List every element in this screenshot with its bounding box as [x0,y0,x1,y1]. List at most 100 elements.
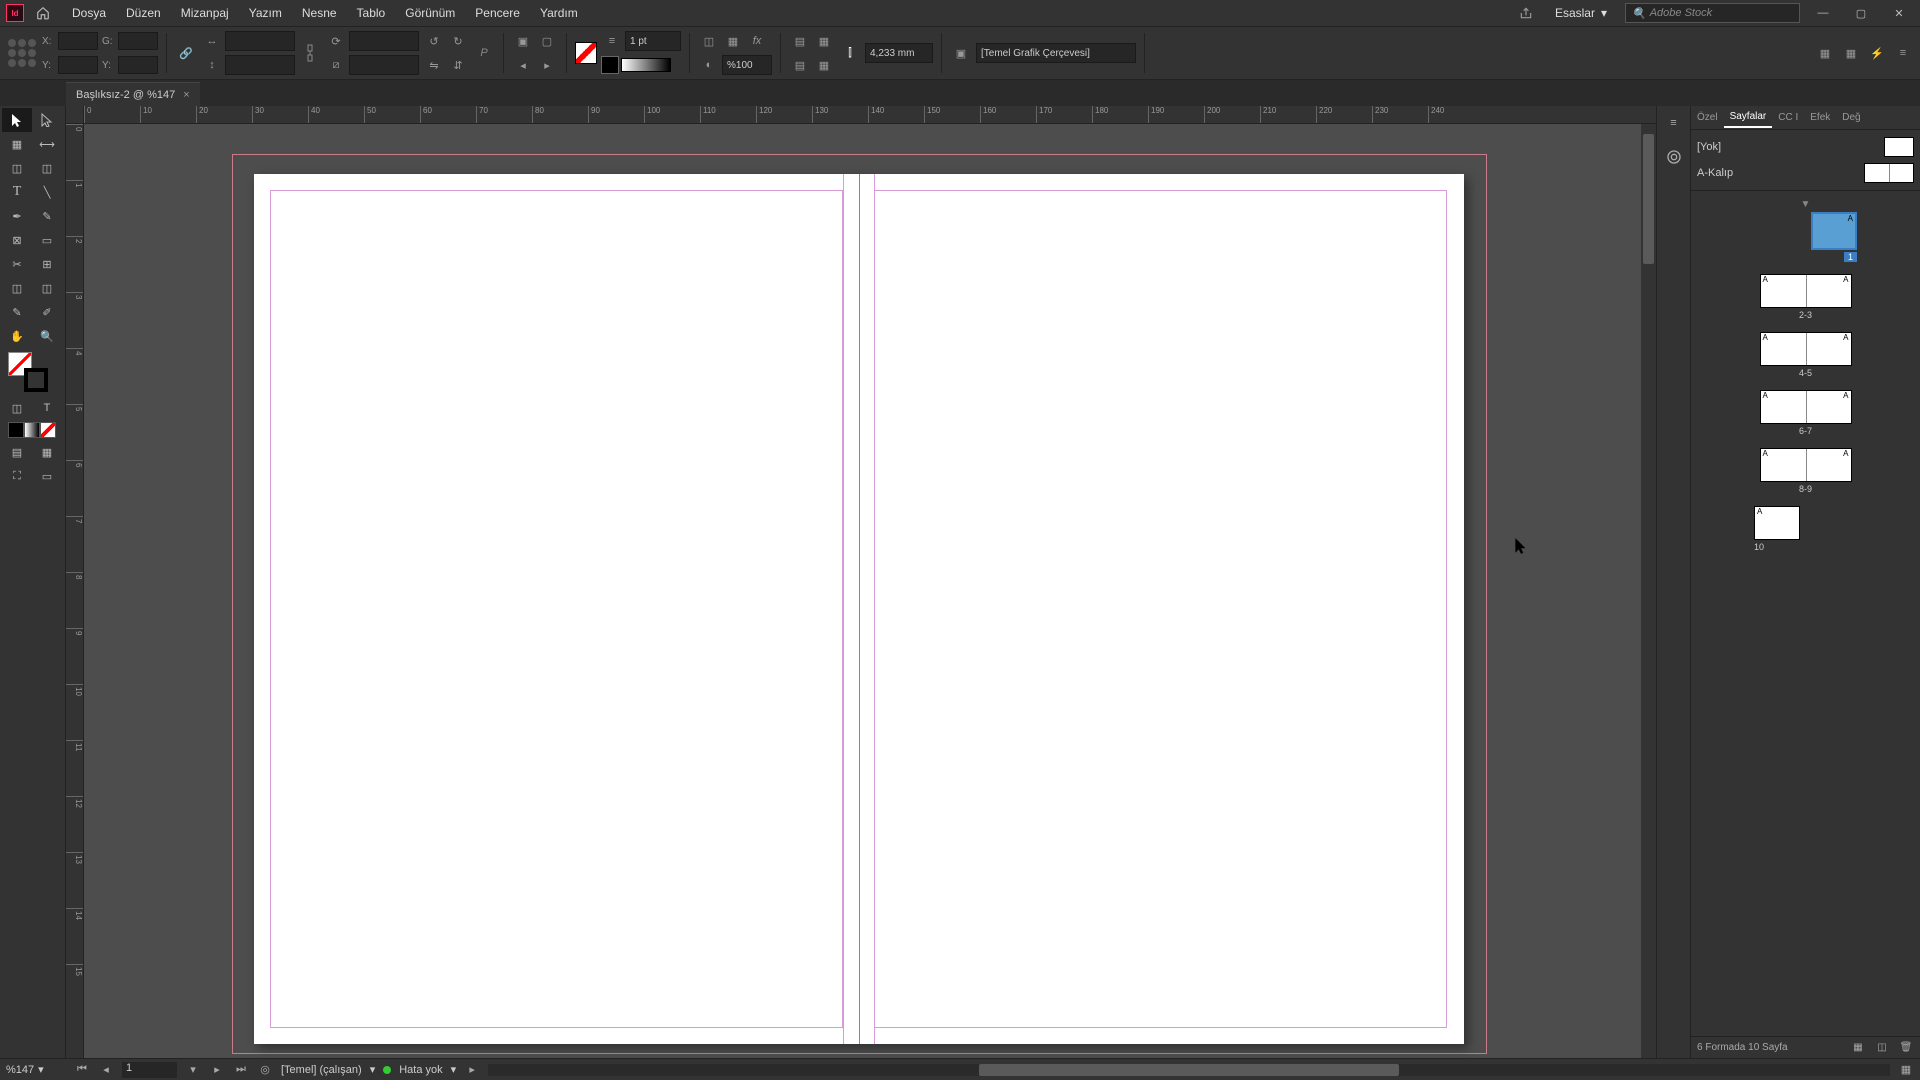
flip-v-icon[interactable]: ⇵ [447,54,469,76]
flip-h-icon[interactable]: ⇋ [423,54,445,76]
eyedropper-tool[interactable]: ✐ [32,300,62,324]
preflight-text[interactable]: Hata yok [399,1064,442,1076]
type-tool[interactable]: T [2,180,32,204]
wrap-jump-icon[interactable]: ▦ [813,54,835,76]
format-container-icon[interactable]: ◫ [2,396,32,420]
page-1-thumb[interactable]: A [1811,212,1857,250]
tab-sayfalar[interactable]: Sayfalar [1724,107,1773,128]
menu-yazim[interactable]: Yazım [239,2,292,24]
cc-libraries-icon[interactable] [1663,146,1685,168]
line-tool[interactable]: ╲ [32,180,62,204]
stroke-weight-input[interactable]: 1 pt [625,31,681,51]
y-input[interactable] [58,56,98,74]
menu-gorunum[interactable]: Görünüm [395,2,465,24]
window-maximize[interactable]: ▢ [1846,3,1876,23]
menu-duzen[interactable]: Düzen [116,2,171,24]
frame-fit-icon[interactable]: ▣ [950,42,972,64]
rotate-ccw-icon[interactable]: ↺ [423,30,445,52]
screen-mode-2[interactable]: ▭ [32,464,62,488]
note-tool[interactable]: ✎ [2,300,32,324]
last-page-button[interactable]: ⏭ [233,1062,249,1078]
workspace-switcher[interactable]: Esaslar ▾ [1545,4,1617,22]
page-dropdown-icon[interactable]: ▾ [185,1062,201,1078]
home-icon[interactable] [32,2,54,24]
menu-nesne[interactable]: Nesne [292,2,347,24]
page-4-5-item[interactable]: AA 4-5 [1699,332,1912,378]
tab-efektler[interactable]: Efek [1804,108,1836,127]
tab-ozellikler[interactable]: Özel [1691,108,1724,127]
page-10-item[interactable]: A 10 [1699,506,1912,552]
align-panel-icon[interactable]: ▦ [1814,42,1836,64]
free-transform-tool[interactable]: ⊞ [32,252,62,276]
horizontal-scrollbar-thumb[interactable] [979,1064,1400,1076]
fill-stroke-proxy[interactable] [8,352,48,392]
ruler-horizontal[interactable]: 0102030405060708090100110120130140150160… [84,106,1656,124]
gap-tool[interactable]: ⟷ [32,132,62,156]
horizontal-scrollbar[interactable] [488,1064,1890,1076]
menu-yardim[interactable]: Yardım [530,2,588,24]
share-icon[interactable] [1515,2,1537,24]
direct-selection-tool[interactable] [32,108,62,132]
window-close[interactable]: ✕ [1884,3,1914,23]
stroke-style-dropdown[interactable] [621,58,671,72]
opacity-input[interactable]: %100 [722,55,772,75]
page-2-3-item[interactable]: AA 2-3 [1699,274,1912,320]
selection-tool[interactable] [2,108,32,132]
object-style-dropdown[interactable]: [Temel Grafik Çerçevesi] [976,43,1136,63]
menu-pencere[interactable]: Pencere [465,2,530,24]
gap-icon[interactable]: ⫿ [839,42,861,64]
corner-options-icon[interactable]: ◫ [698,30,720,52]
open-navigator-icon[interactable]: ◎ [257,1062,273,1078]
hand-tool[interactable]: ✋ [2,324,32,348]
link-icon[interactable] [299,42,321,64]
vertical-scrollbar[interactable] [1641,124,1656,1058]
close-tab-icon[interactable]: × [183,89,189,101]
apply-none[interactable] [40,422,56,438]
view-mode-preview[interactable]: ▦ [32,440,62,464]
select-next-icon[interactable]: ▸ [536,54,558,76]
p-icon[interactable]: P [473,42,495,64]
reference-point[interactable] [6,37,38,69]
ruler-vertical[interactable]: 0123456789101112131415 [66,124,84,1058]
screen-mode[interactable]: ⛶ [2,464,32,488]
menu-dosya[interactable]: Dosya [62,2,116,24]
gradient-feather-tool[interactable]: ◫ [32,276,62,300]
zoom-dropdown[interactable]: %147 ▾ [6,1063,66,1076]
rectangle-frame-tool[interactable]: ⊠ [2,228,32,252]
edit-page-size-icon[interactable]: ▦ [1850,1040,1866,1056]
zoom-tool[interactable]: 🔍 [32,324,62,348]
content-collector-tool[interactable]: ◫ [2,156,32,180]
page-number-field[interactable]: 1 [122,1062,177,1078]
new-page-icon[interactable]: ◫ [1874,1040,1890,1056]
rotate-cw-icon[interactable]: ↻ [447,30,469,52]
master-none[interactable]: [Yok] [1697,134,1914,160]
prev-page-button[interactable]: ◂ [98,1062,114,1078]
x-input[interactable] [58,32,98,50]
wrap-shape-icon[interactable]: ▤ [789,54,811,76]
structure-navigator-icon[interactable]: ▦ [1898,1062,1914,1078]
select-content-icon[interactable]: ▢ [536,30,558,52]
pencil-tool[interactable]: ✎ [32,204,62,228]
ruler-origin[interactable] [66,106,84,124]
pen-tool[interactable]: ✒ [2,204,32,228]
wrap-none-icon[interactable]: ▤ [789,30,811,52]
w-input[interactable] [118,32,158,50]
scale-x-input[interactable] [225,31,295,51]
page-6-7-item[interactable]: AA 6-7 [1699,390,1912,436]
vertical-scrollbar-thumb[interactable] [1643,134,1654,264]
page-2-3-thumb[interactable]: AA [1760,274,1852,308]
scale-y-input[interactable] [225,55,295,75]
drop-shadow-icon[interactable]: ▦ [722,30,744,52]
panel-menu-icon[interactable]: ≡ [1892,42,1914,64]
content-placer-tool[interactable]: ◫ [32,156,62,180]
preflight-menu-icon[interactable]: ▸ [464,1062,480,1078]
canvas-area[interactable]: 0102030405060708090100110120130140150160… [66,106,1656,1058]
format-text-icon[interactable]: T [32,396,62,420]
stroke-swatch[interactable] [601,56,619,74]
gap-input[interactable]: 4,233 mm [865,43,933,63]
window-minimize[interactable]: — [1808,3,1838,23]
view-mode-normal[interactable]: ▤ [2,440,32,464]
wrap-bbox-icon[interactable]: ▦ [813,30,835,52]
document-tab[interactable]: Başlıksız-2 @ %147 × [66,82,200,106]
page-1-item[interactable]: A 1 [1699,212,1912,262]
